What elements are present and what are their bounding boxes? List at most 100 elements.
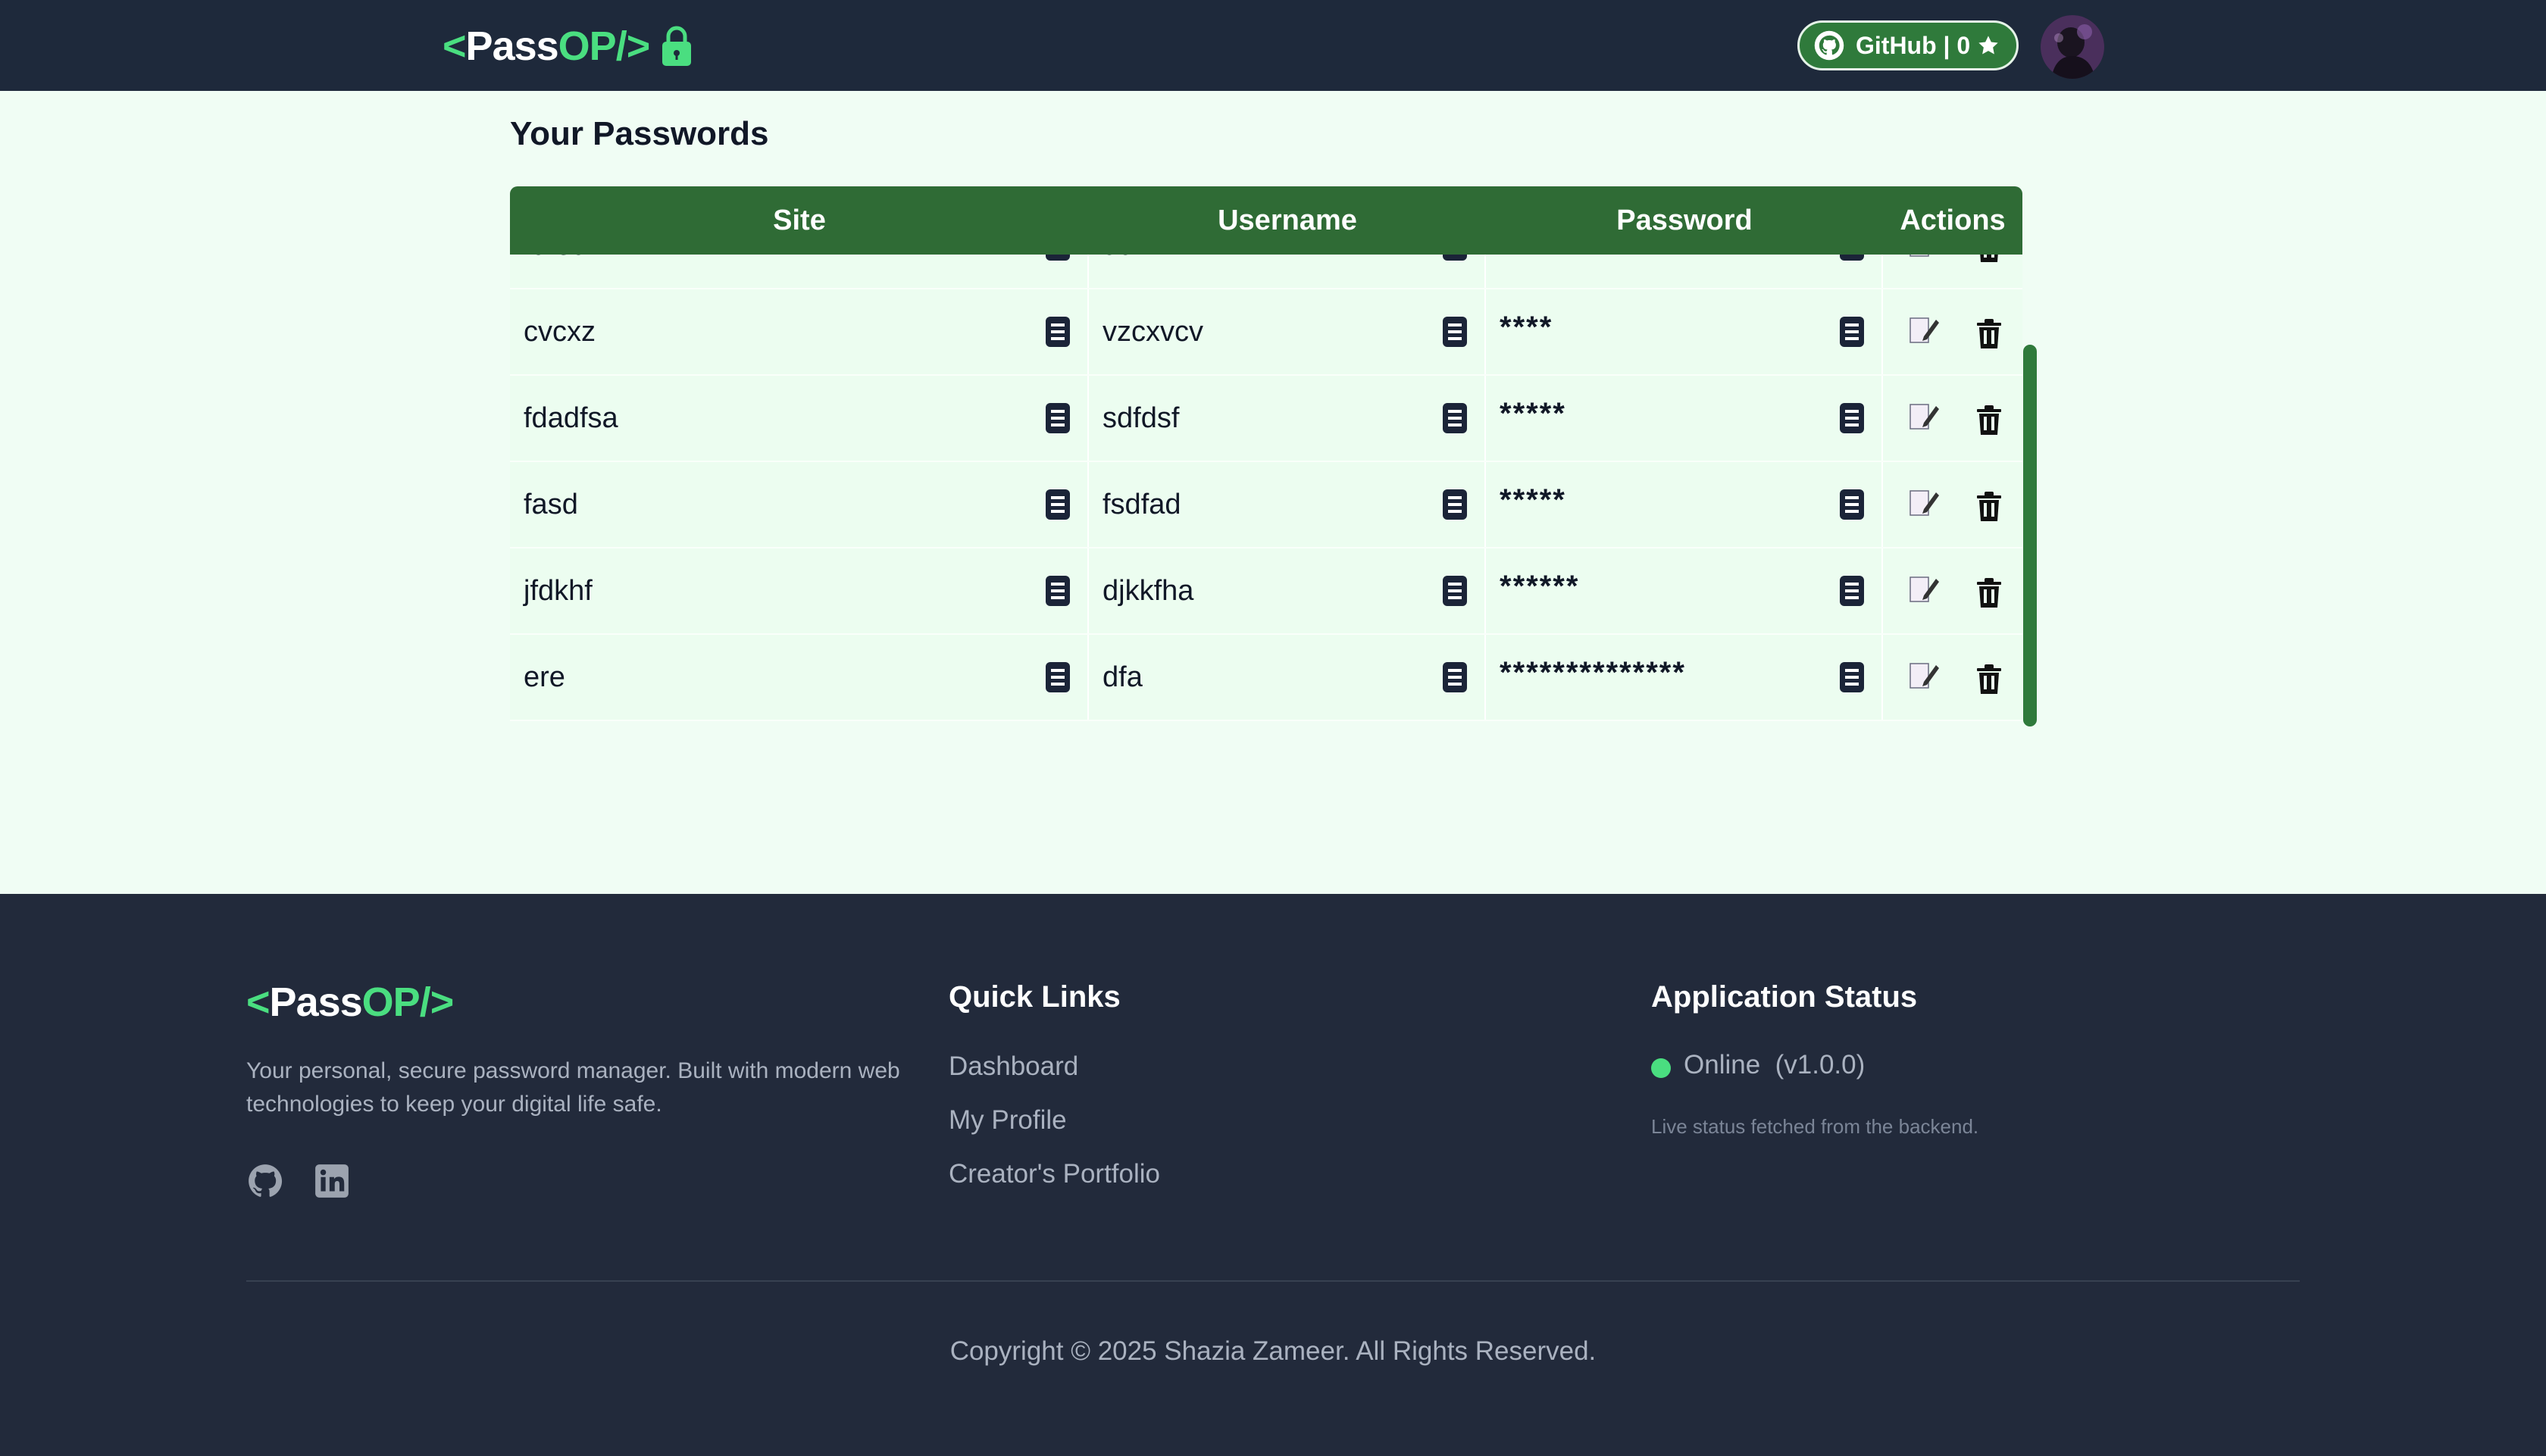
password-cell: ****** — [1486, 548, 1883, 633]
status-note: Live status fetched from the backend. — [1651, 1115, 1979, 1138]
password-text: ************** — [1500, 656, 1686, 689]
trash-icon[interactable] — [1975, 255, 2003, 264]
column-header-password: Password — [1616, 205, 1753, 236]
actions-cell — [1883, 376, 2022, 461]
copy-icon[interactable] — [1442, 489, 1468, 520]
actions-cell — [1883, 635, 2022, 720]
password-text: ****** — [1500, 570, 1580, 603]
site-cell: fdadfsa — [510, 376, 1089, 461]
logo-bracket: < — [246, 980, 271, 1025]
username-cell: djkkfha — [1089, 548, 1486, 633]
site-text: jfdkhf — [524, 575, 593, 607]
actions-cell — [1883, 548, 2022, 633]
trash-icon[interactable] — [1975, 577, 2003, 609]
footer-link-portfolio[interactable]: Creator's Portfolio — [949, 1159, 1160, 1189]
copy-icon[interactable] — [1045, 402, 1071, 434]
password-cell: **** — [1486, 289, 1883, 374]
avatar-image — [2041, 15, 2104, 79]
trash-icon[interactable] — [1975, 664, 2003, 695]
actions-cell — [1883, 255, 2022, 288]
copy-icon[interactable] — [1839, 255, 1865, 261]
logo-op: OP/ — [361, 980, 431, 1025]
table-body[interactable]: fdfed dd cvcxz vzcxvcv — [510, 255, 2022, 725]
table-row: ere dfa ************** — [510, 635, 2022, 721]
star-icon — [1978, 36, 1998, 55]
username-cell: dfa — [1089, 635, 1486, 720]
username-text: dfa — [1103, 661, 1143, 693]
status-heading: Application Status — [1651, 980, 1918, 1014]
site-text: ere — [524, 661, 565, 693]
edit-icon[interactable] — [1907, 400, 1941, 433]
column-header-username: Username — [1218, 205, 1357, 236]
copy-icon[interactable] — [1839, 661, 1865, 693]
site-text: fdadfsa — [524, 402, 618, 434]
copy-icon[interactable] — [1839, 316, 1865, 348]
copy-icon[interactable] — [1442, 316, 1468, 348]
copy-icon[interactable] — [1839, 402, 1865, 434]
footer-logo[interactable]: <PassOP/> — [246, 979, 455, 1026]
username-text: djkkfha — [1103, 575, 1194, 607]
footer-divider — [246, 1280, 2300, 1282]
table-row: fdadfsa sdfdsf ***** — [510, 376, 2022, 462]
edit-icon[interactable] — [1907, 573, 1941, 606]
trash-icon[interactable] — [1975, 491, 2003, 523]
site-text: cvcxz — [524, 316, 596, 348]
username-text: vzcxvcv — [1103, 316, 1203, 348]
password-text: ***** — [1500, 397, 1566, 430]
site-text: fasd — [524, 489, 578, 520]
copyright: Copyright © 2025 Shazia Zameer. All Righ… — [949, 1336, 1597, 1366]
logo-pass: Pass — [465, 23, 559, 69]
github-icon — [1814, 30, 1844, 61]
github-star-button[interactable]: GitHub | 0 — [1797, 20, 2019, 70]
password-text: ***** — [1500, 483, 1566, 517]
copy-icon[interactable] — [1045, 489, 1071, 520]
password-cell: ***** — [1486, 462, 1883, 547]
copy-icon[interactable] — [1839, 489, 1865, 520]
site-cell: fasd — [510, 462, 1089, 547]
copy-icon[interactable] — [1839, 575, 1865, 607]
github-button-label: GitHub | 0 — [1856, 31, 1971, 59]
copy-icon[interactable] — [1045, 661, 1071, 693]
edit-icon[interactable] — [1907, 255, 1941, 261]
site-cell: jfdkhf — [510, 548, 1089, 633]
table-row: fdfed dd — [510, 255, 2022, 289]
github-icon[interactable] — [246, 1162, 284, 1200]
copy-icon[interactable] — [1442, 575, 1468, 607]
trash-icon[interactable] — [1975, 405, 2003, 436]
avatar[interactable] — [2041, 15, 2104, 79]
edit-icon[interactable] — [1907, 486, 1941, 520]
copy-icon[interactable] — [1442, 661, 1468, 693]
footer-link-dashboard[interactable]: Dashboard — [949, 1051, 1078, 1082]
linkedin-icon[interactable] — [313, 1162, 351, 1200]
table-scrollbar[interactable] — [2023, 345, 2037, 726]
copy-icon[interactable] — [1442, 402, 1468, 434]
logo-bracket: < — [443, 23, 467, 69]
actions-cell — [1883, 289, 2022, 374]
password-cell — [1486, 255, 1883, 288]
edit-icon[interactable] — [1907, 314, 1941, 347]
footer-link-profile[interactable]: My Profile — [949, 1105, 1067, 1136]
copy-icon[interactable] — [1045, 255, 1071, 261]
username-cell: vzcxvcv — [1089, 289, 1486, 374]
table-row: jfdkhf djkkfha ****** — [510, 548, 2022, 635]
password-text: **** — [1500, 311, 1553, 344]
logo-bracket-close: > — [430, 980, 455, 1025]
navbar: < Pass OP/ > GitHub | 0 — [0, 0, 2546, 91]
table-row: fasd fsdfad ***** — [510, 462, 2022, 548]
site-text: fdfed — [524, 255, 588, 288]
table-row: cvcxz vzcxvcv **** — [510, 289, 2022, 376]
password-cell: ************** — [1486, 635, 1883, 720]
column-header-actions: Actions — [1900, 205, 2006, 236]
password-cell: ***** — [1486, 376, 1883, 461]
username-cell: sdfdsf — [1089, 376, 1486, 461]
username-cell: dd — [1089, 255, 1486, 288]
app-logo[interactable]: < Pass OP/ > — [443, 20, 693, 73]
site-cell: cvcxz — [510, 289, 1089, 374]
copy-icon[interactable] — [1442, 255, 1468, 261]
trash-icon[interactable] — [1975, 318, 2003, 350]
site-cell: fdfed — [510, 255, 1089, 288]
edit-icon[interactable] — [1907, 659, 1941, 692]
logo-bracket-close: > — [626, 23, 651, 69]
copy-icon[interactable] — [1045, 316, 1071, 348]
copy-icon[interactable] — [1045, 575, 1071, 607]
